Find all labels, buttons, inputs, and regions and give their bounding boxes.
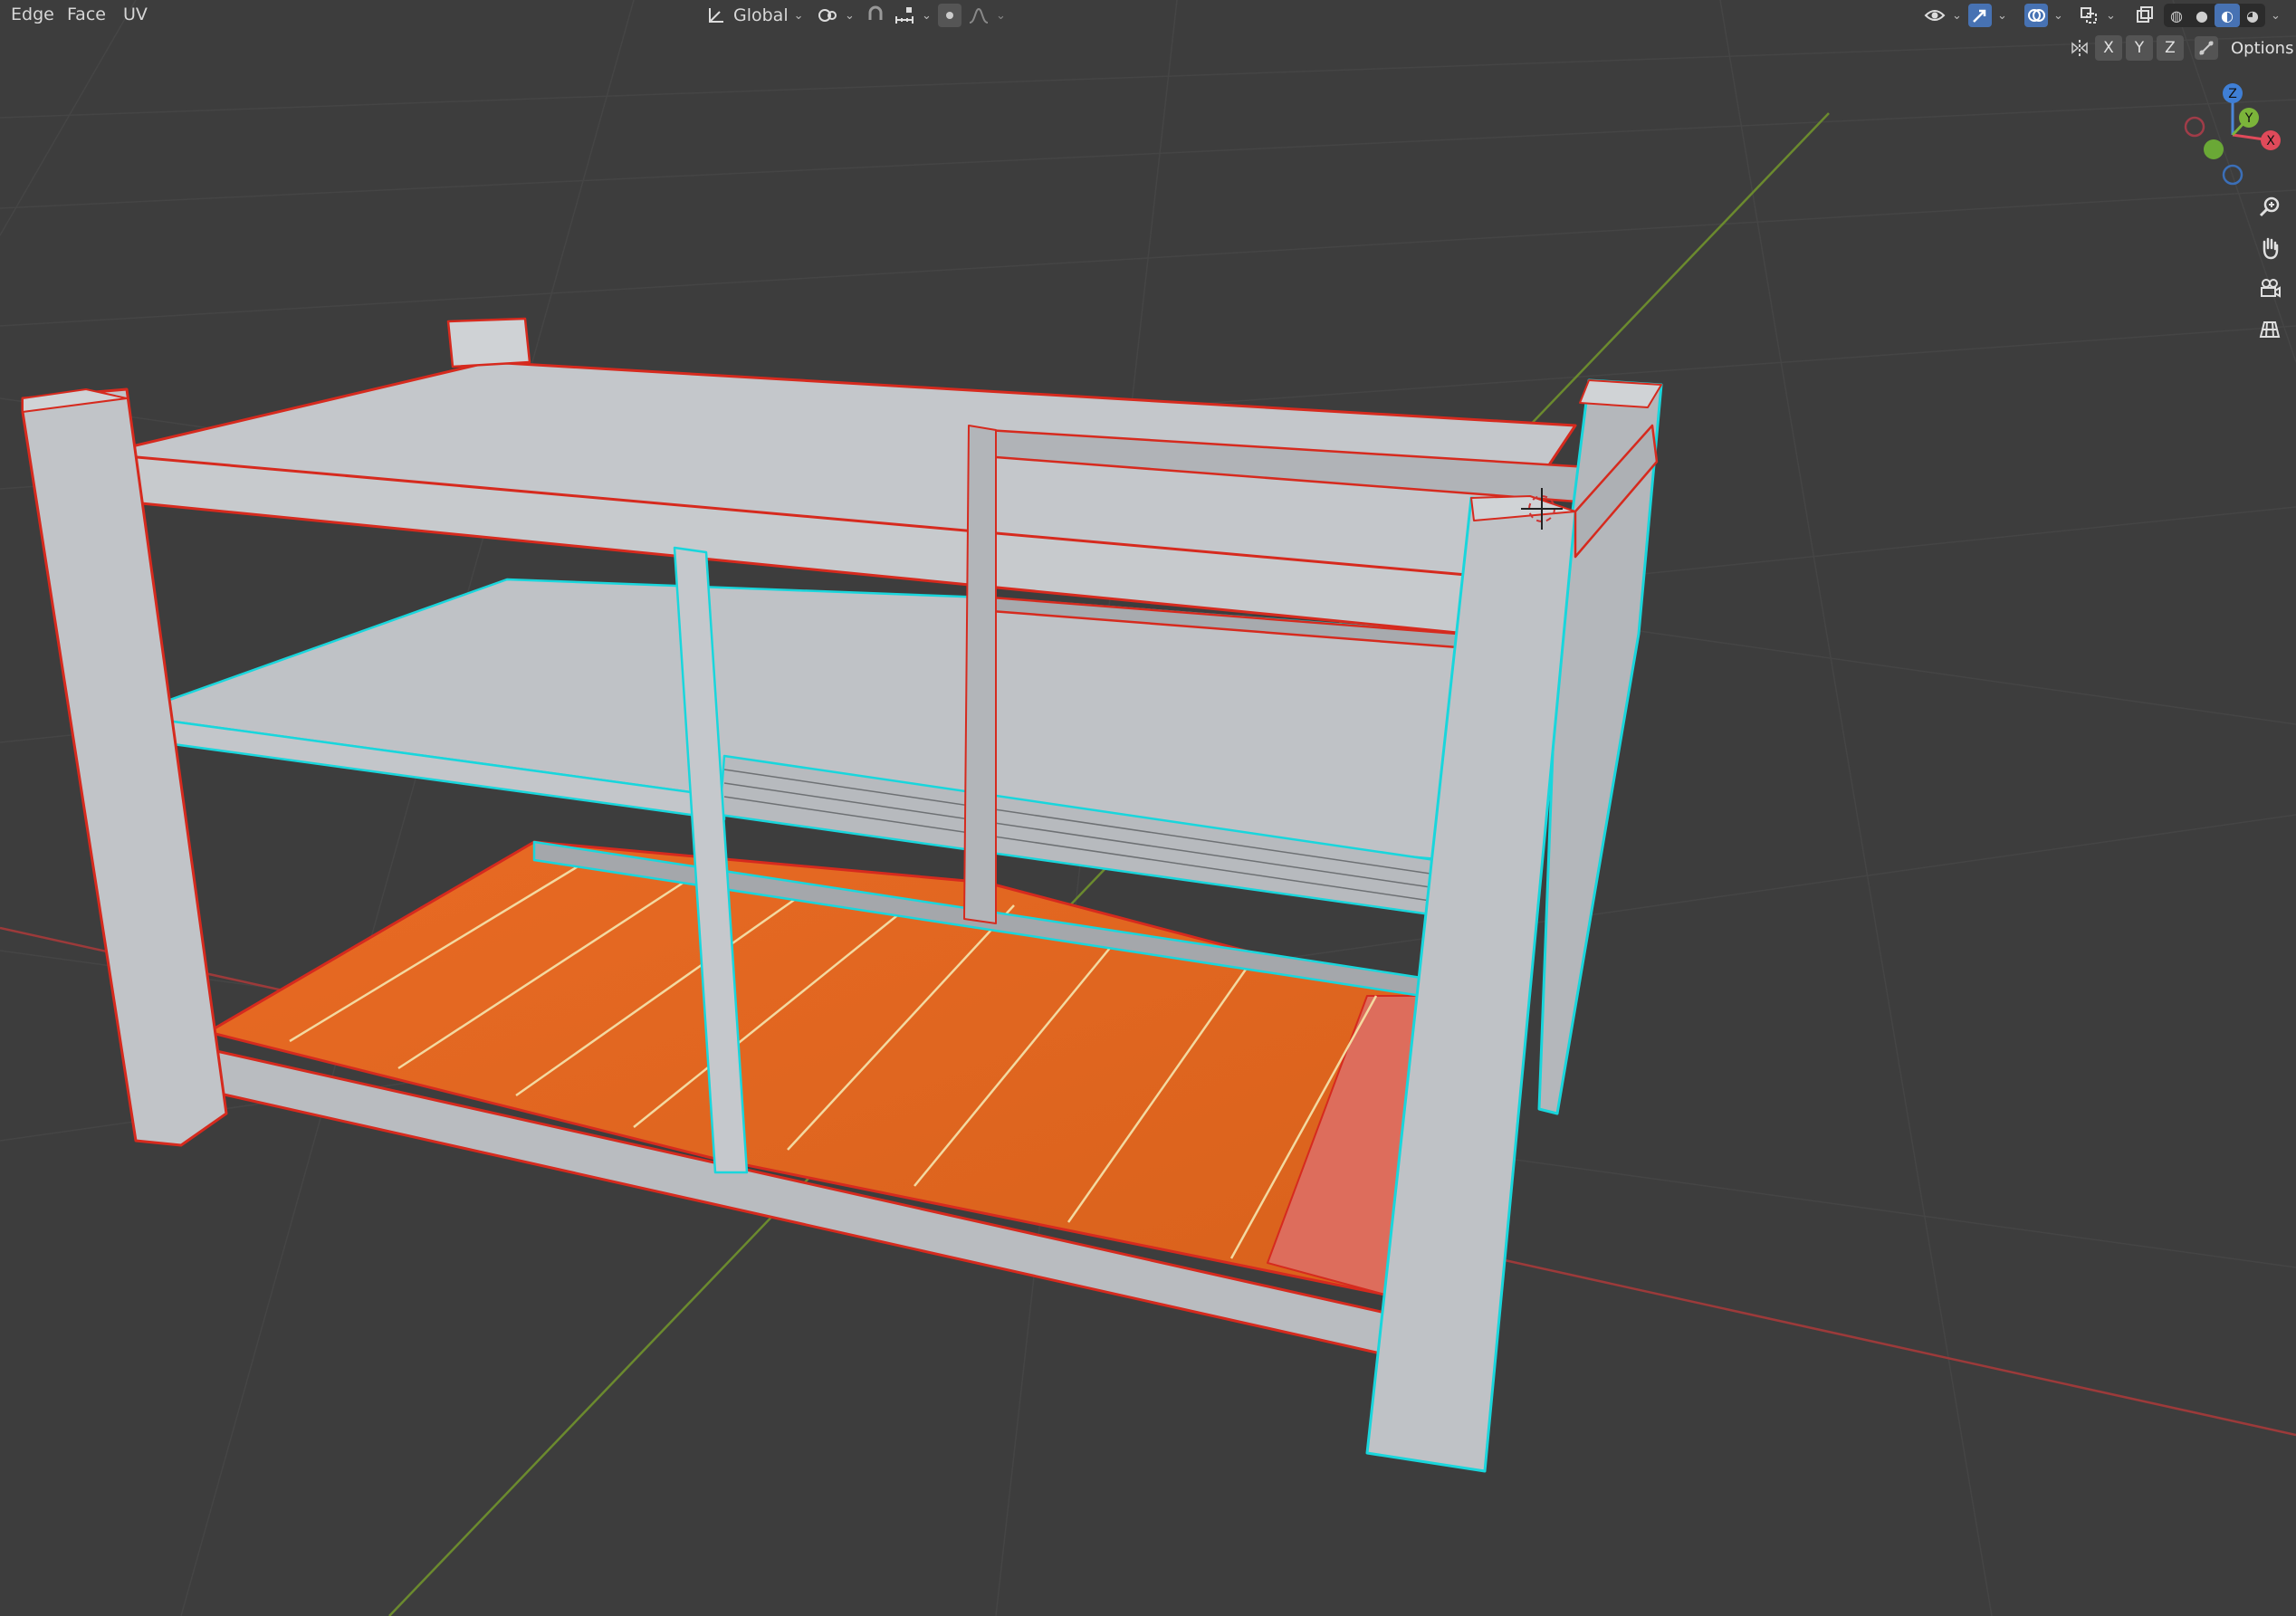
pan-button[interactable]	[2252, 230, 2288, 266]
mesh-symmetry-icon[interactable]	[2077, 4, 2100, 27]
mirror-options-row: X Y Z Options ⌄	[2068, 34, 2296, 62]
chevron-down-icon: ⌄	[2271, 8, 2281, 23]
pan-hand-icon	[2263, 237, 2279, 260]
chevron-down-icon: ⌄	[922, 8, 932, 23]
proportional-edit-controls[interactable]: ⌄	[933, 3, 1011, 28]
chevron-down-icon: ⌄	[2106, 8, 2116, 23]
shading-mode-selector[interactable]: ◍ ● ◐ ◕ ⌄	[2158, 3, 2286, 28]
viewport-scene[interactable]	[0, 0, 2296, 1616]
proportional-edit-icon[interactable]	[938, 4, 961, 27]
3d-viewport[interactable]: Edge Face UV Global ⌄ ⌄ ⌄ ⌄ ⌄ ⌄ ⌄ ⌄ ◍ ● …	[0, 0, 2296, 1616]
gizmo-y-label: Y	[2244, 111, 2253, 126]
snap-controls[interactable]: ⌄	[858, 3, 937, 28]
camera-view-button[interactable]	[2252, 271, 2288, 307]
object-visibility-icon	[1923, 4, 1947, 27]
auto-mirror-icon[interactable]	[2068, 36, 2091, 60]
mirror-y-button[interactable]: Y	[2126, 35, 2153, 61]
pivot-point-icon	[816, 4, 839, 27]
gizmo-neg-y-handle[interactable]	[2204, 139, 2224, 159]
wireframe-shading-icon[interactable]: ◍	[2164, 4, 2189, 27]
gizmo-z-label: Z	[2228, 87, 2237, 101]
menu-face[interactable]: Face	[56, 0, 117, 31]
gizmo-toggle[interactable]: ⌄	[1963, 3, 2013, 28]
menu-uv[interactable]: UV	[112, 0, 158, 31]
chevron-down-icon: ⌄	[1997, 8, 2007, 23]
ortho-toggle-button[interactable]	[2252, 311, 2288, 348]
gizmo-neg-z-handle[interactable]	[2222, 164, 2243, 186]
snap-magnet-icon[interactable]	[864, 4, 887, 27]
zoom-icon	[2259, 196, 2280, 217]
selectability-visibility-dropdown[interactable]: ⌄	[1918, 3, 1967, 28]
rendered-shading-icon[interactable]: ◕	[2240, 4, 2265, 27]
gizmo-toggle-icon[interactable]	[1968, 4, 1992, 27]
navigation-gizmo[interactable]: Z X Y	[2173, 77, 2296, 195]
gizmo-x-label: X	[2266, 134, 2275, 148]
xray-icon[interactable]	[2133, 4, 2157, 27]
chevron-down-icon: ⌄	[2053, 8, 2063, 23]
mirror-z-button[interactable]: Z	[2157, 35, 2184, 61]
chevron-down-icon: ⌄	[996, 8, 1006, 23]
gizmo-neg-x-handle[interactable]	[2184, 116, 2205, 138]
chevron-down-icon: ⌄	[793, 8, 804, 23]
viewport-header: Edge Face UV Global ⌄ ⌄ ⌄ ⌄ ⌄ ⌄ ⌄ ⌄ ◍ ● …	[0, 0, 2296, 31]
transform-orientation-icon	[704, 4, 728, 27]
zoom-button[interactable]	[2252, 189, 2288, 225]
material-preview-icon[interactable]: ◐	[2215, 4, 2240, 27]
overlays-icon[interactable]	[2024, 4, 2048, 27]
pivot-point-dropdown[interactable]: ⌄	[810, 3, 860, 28]
overlays-toggle[interactable]: ⌄	[2019, 3, 2069, 28]
options-dropdown[interactable]: Options ⌄	[2222, 35, 2296, 61]
chevron-down-icon: ⌄	[845, 8, 855, 23]
options-label: Options	[2231, 38, 2294, 58]
chevron-down-icon: ⌄	[1952, 8, 1962, 23]
topology-mirror-icon[interactable]	[2195, 36, 2218, 60]
camera-view-icon	[2261, 279, 2281, 298]
orientation-label: Global	[733, 5, 789, 25]
falloff-curve-icon[interactable]	[967, 4, 990, 27]
ortho-grid-icon	[2259, 321, 2281, 338]
transform-orientation-dropdown[interactable]: Global ⌄	[699, 3, 809, 28]
mesh-edit-overlays[interactable]: ⌄	[2071, 3, 2121, 28]
xray-toggle[interactable]	[2128, 3, 2162, 28]
snap-increment-icon[interactable]	[893, 4, 916, 27]
solid-shading-icon[interactable]: ●	[2189, 4, 2215, 27]
desk-mesh[interactable]	[21, 317, 1663, 1473]
mirror-x-button[interactable]: X	[2095, 35, 2122, 61]
